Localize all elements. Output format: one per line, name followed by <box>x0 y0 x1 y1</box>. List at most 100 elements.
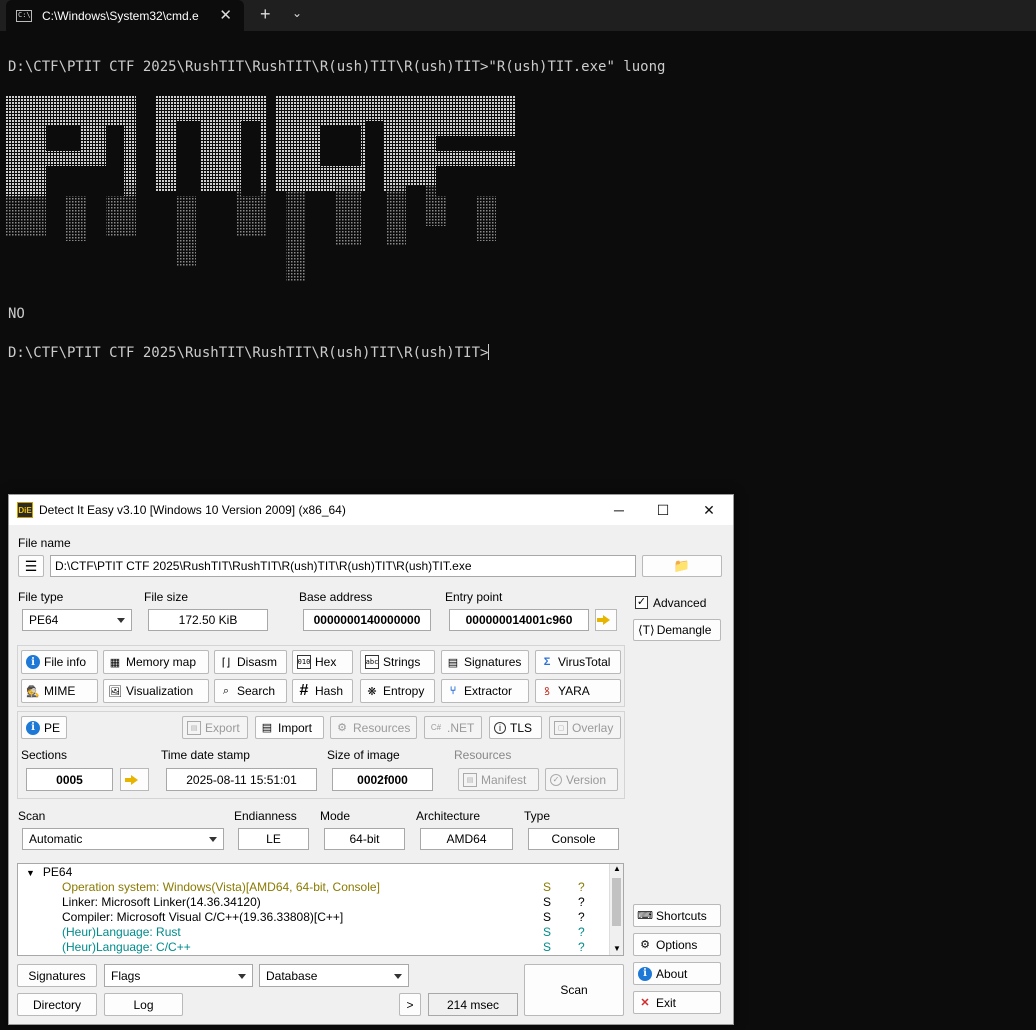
search-icon: ⌕ <box>222 684 230 697</box>
export-button: ▤ Export <box>182 716 248 739</box>
visualization-label: Visualization <box>126 684 194 698</box>
result-row[interactable]: (Heur)Language: C/C++ <box>62 940 191 955</box>
tls-button[interactable]: i TLS <box>489 716 542 739</box>
version-label: Version <box>566 772 607 787</box>
disasm-label: Disasm <box>237 655 278 669</box>
options-button[interactable]: ⚙ Options <box>633 933 721 956</box>
demangle-button[interactable]: ⟨T⟩ Demangle <box>633 619 721 641</box>
visualization-button[interactable]: 🖼 Visualization <box>103 679 209 703</box>
result-row[interactable]: (Heur)Language: Rust <box>62 925 181 940</box>
exit-button[interactable]: ✕ Exit <box>633 991 721 1014</box>
tree-root-label: PE64 <box>42 865 73 879</box>
flags-value: Flags <box>111 968 141 983</box>
terminal-tab[interactable]: C:\ C:\Windows\System32\cmd.e ✕ <box>6 0 244 31</box>
entropy-label: Entropy <box>383 684 425 698</box>
manifest-button: ▤ Manifest <box>458 768 539 791</box>
dotnet-label: .NET <box>447 720 475 735</box>
file-info-button[interactable]: i File info <box>21 650 98 674</box>
scan-mode-select[interactable]: Automatic <box>22 828 224 850</box>
memory-map-button[interactable]: ▦ Memory map <box>103 650 209 674</box>
hex-button[interactable]: 010 Hex <box>292 650 353 674</box>
entry-point-go-button[interactable] <box>595 609 617 631</box>
strings-button[interactable]: abc Strings <box>360 650 435 674</box>
maximize-icon[interactable]: ☐ <box>641 495 685 525</box>
exit-label: Exit <box>656 995 677 1010</box>
sections-go-button[interactable] <box>120 768 149 791</box>
die-logo-icon: DiE <box>17 502 33 518</box>
version-button: ✓ Version <box>545 768 618 791</box>
result-row[interactable]: Compiler: Microsoft Visual C/C++(19.36.3… <box>62 910 343 925</box>
folder-icon: 📁 <box>673 558 691 573</box>
flags-select[interactable]: Flags <box>104 964 253 987</box>
info-icon: i <box>26 720 40 735</box>
database-value: Database <box>266 968 318 983</box>
document-icon: ▤ <box>447 656 459 669</box>
chevron-down-icon[interactable]: ⌄ <box>292 6 302 20</box>
base-address-field[interactable]: 0000000140000000 <box>303 609 431 631</box>
about-button[interactable]: i About <box>633 962 721 985</box>
entropy-button[interactable]: ❋ Entropy <box>360 679 435 703</box>
keyboard-icon: ⌨ <box>637 910 653 922</box>
log-button[interactable]: Log <box>104 993 183 1016</box>
result-info-button[interactable]: ? <box>578 925 585 939</box>
memory-icon: ▦ <box>109 656 121 669</box>
hash-button[interactable]: # Hash <box>292 679 353 703</box>
open-file-button[interactable]: 📁 <box>642 555 722 577</box>
shortcuts-button[interactable]: ⌨ Shortcuts <box>633 904 721 927</box>
result-info-button[interactable]: ? <box>578 895 585 909</box>
scroll-up-icon[interactable]: ▲ <box>613 864 621 873</box>
export-label: Export <box>205 720 240 735</box>
tls-label: TLS <box>510 720 533 735</box>
results-scrollbar[interactable]: ▲ ▼ <box>609 864 623 955</box>
signatures-tool-label: Signatures <box>464 655 522 669</box>
scroll-thumb[interactable] <box>612 878 621 926</box>
import-button[interactable]: ▤ Import <box>255 716 324 739</box>
signatures-button[interactable]: Signatures <box>17 964 97 987</box>
signatures-tool-button[interactable]: ▤ Signatures <box>441 650 529 674</box>
scan-results-tree[interactable]: ▼ PE64 Operation system: Windows(Vista)[A… <box>17 863 624 956</box>
virustotal-button[interactable]: Σ VirusTotal <box>535 650 621 674</box>
pe-button[interactable]: i PE <box>21 716 67 739</box>
menu-button[interactable]: ☰ <box>18 555 44 577</box>
scan-button[interactable]: Scan <box>524 964 624 1016</box>
prompt-text: D:\CTF\PTIT CTF 2025\RushTIT\RushTIT\R(u… <box>8 345 489 361</box>
type-field: Console <box>528 828 619 850</box>
scroll-down-icon[interactable]: ▼ <box>613 944 621 953</box>
directory-button[interactable]: Directory <box>17 993 97 1016</box>
new-tab-icon[interactable]: + <box>260 4 271 25</box>
terminal-output[interactable]: D:\CTF\PTIT CTF 2025\RushTIT\RushTIT\R(u… <box>8 0 665 361</box>
hash-label: Hash <box>315 684 344 698</box>
arrow-right-icon <box>125 774 138 785</box>
strings-icon: abc <box>365 655 379 669</box>
result-row[interactable]: Operation system: Windows(Vista)[AMD64, … <box>62 880 380 895</box>
search-button[interactable]: ⌕ Search <box>214 679 287 703</box>
minimize-icon[interactable]: ─ <box>597 495 641 525</box>
image-size-field: 0002f000 <box>332 768 433 791</box>
file-size-label: File size <box>144 590 189 604</box>
expand-icon: ▼ <box>26 868 35 878</box>
more-button[interactable]: > <box>399 993 421 1016</box>
ascii-banner <box>6 96 516 281</box>
mime-button[interactable]: 🕵 MIME <box>21 679 98 703</box>
file-type-select[interactable]: PE64 <box>22 609 132 631</box>
advanced-checkbox[interactable]: ✓ <box>635 596 648 609</box>
result-row[interactable]: Linker: Microsoft Linker(14.36.34120) <box>62 895 261 910</box>
die-titlebar[interactable]: DiE Detect It Easy v3.10 [Windows 10 Ver… <box>9 495 733 525</box>
extractor-button[interactable]: ⑂ Extractor <box>441 679 529 703</box>
disasm-button[interactable]: ⌈⌋ Disasm <box>214 650 287 674</box>
file-path-field[interactable]: D:\CTF\PTIT CTF 2025\RushTIT\RushTIT\R(u… <box>50 555 636 577</box>
result-info-button[interactable]: ? <box>578 940 585 954</box>
result-info-button[interactable]: ? <box>578 910 585 924</box>
sections-label: Sections <box>21 748 68 762</box>
entry-point-field[interactable]: 000000014001c960 <box>449 609 589 631</box>
about-label: About <box>656 966 688 981</box>
result-info-button[interactable]: ? <box>578 880 585 894</box>
overlay-icon: ▢ <box>554 720 568 735</box>
database-select[interactable]: Database <box>259 964 409 987</box>
result-type: S <box>543 925 552 939</box>
tree-root[interactable]: ▼ PE64 <box>26 865 72 880</box>
close-tab-icon[interactable]: ✕ <box>219 6 232 24</box>
yara-label: YARA <box>558 684 590 698</box>
close-icon[interactable]: ✕ <box>687 495 731 525</box>
yara-button[interactable]: ꝸ YARA <box>535 679 621 703</box>
